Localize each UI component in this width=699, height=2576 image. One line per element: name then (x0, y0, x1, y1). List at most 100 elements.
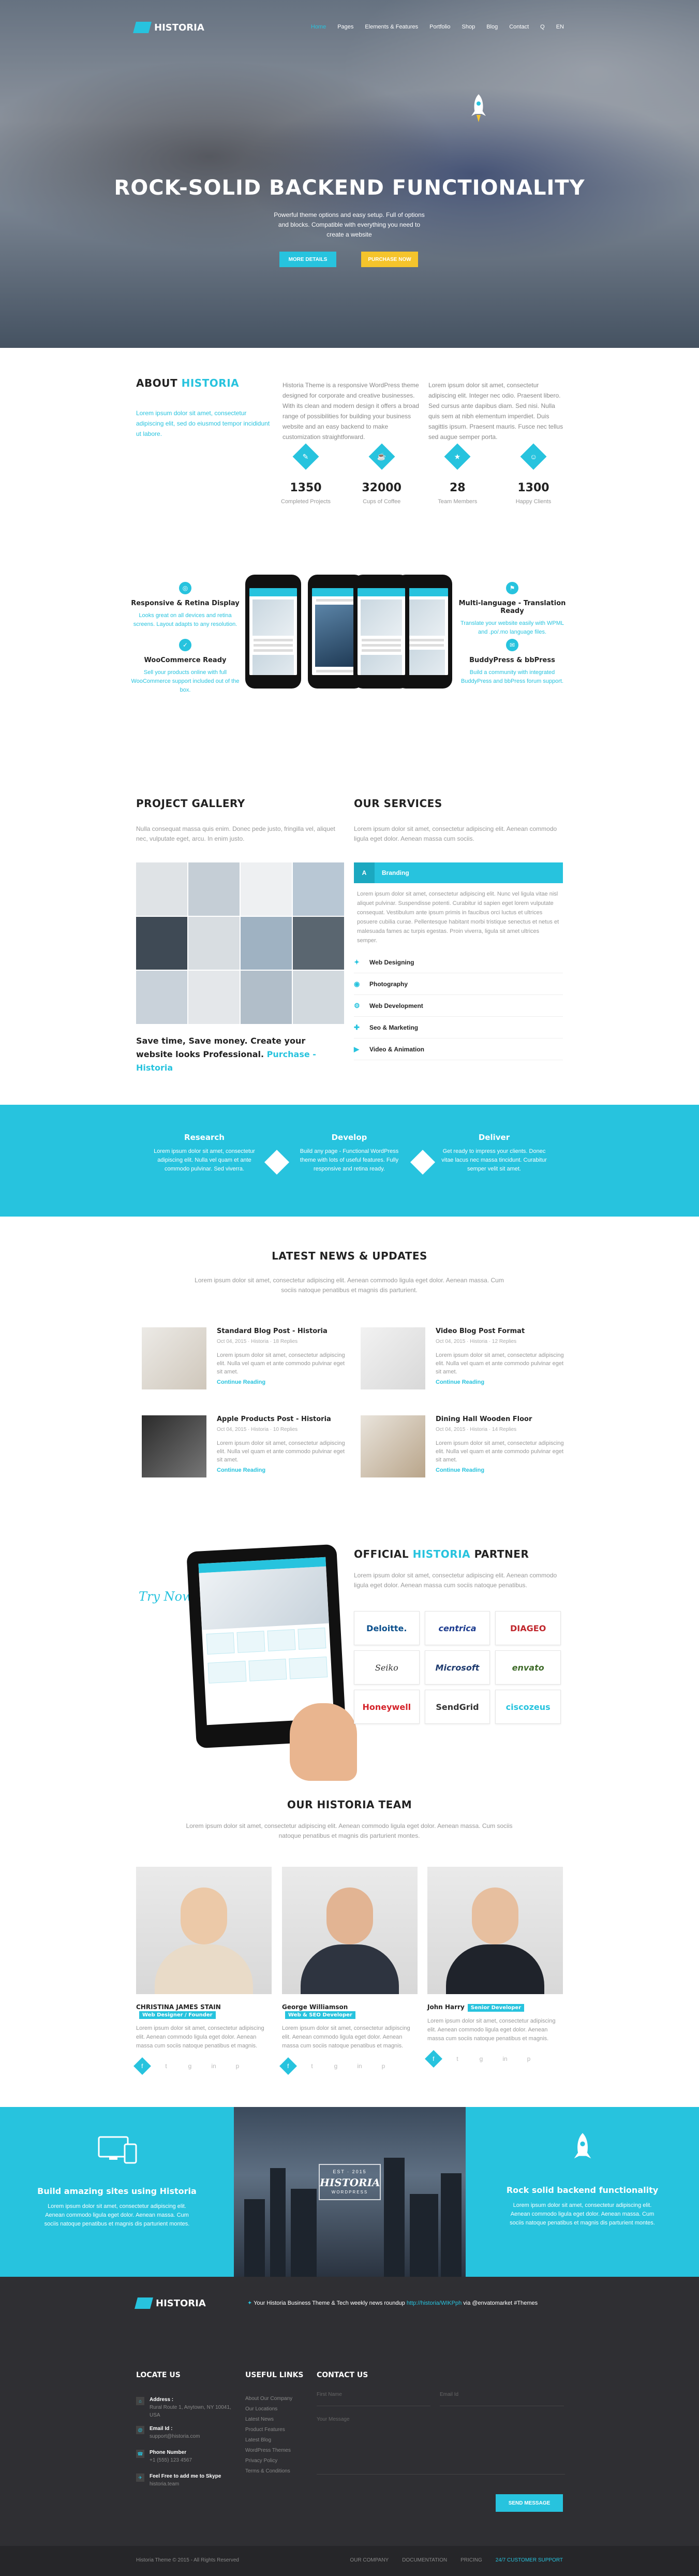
google-plus-icon[interactable]: g (330, 2060, 342, 2072)
menu-item-blog[interactable]: Blog (486, 24, 498, 30)
gallery-image[interactable] (241, 862, 292, 916)
feature-woocommerce: ✓ WooCommerce Ready Sell your products o… (128, 639, 242, 695)
purchase-now-button[interactable]: PURCHASE NOW (361, 252, 418, 267)
footer-logo[interactable]: HISTORIA (135, 2297, 206, 2309)
accordion-item-web-designing[interactable]: ✦ Web Designing (354, 952, 563, 973)
pinterest-icon[interactable]: p (231, 2060, 244, 2072)
twitter-icon[interactable]: t (160, 2060, 172, 2072)
partner-logo-centrica[interactable]: centrica (424, 1611, 490, 1645)
continue-reading-link[interactable]: Continue Reading (217, 1379, 265, 1385)
tweet-link[interactable]: http://historia/WIKPph (407, 2300, 462, 2306)
post-thumbnail[interactable] (361, 1415, 425, 1477)
continue-reading-link[interactable]: Continue Reading (436, 1379, 484, 1385)
partner-logo-diageo[interactable]: DIAGEO (495, 1611, 561, 1645)
partner-logo-ciscozeus[interactable]: ciscozeus (495, 1690, 561, 1724)
news-post: Dining Hall Wooden Floor Oct 04, 2015 · … (361, 1415, 570, 1477)
accordion-item-seo-marketing[interactable]: ✚ Seo & Marketing (354, 1017, 563, 1038)
partner-logo-envato[interactable]: envato (495, 1650, 561, 1685)
post-title[interactable]: Apple Products Post - Historia (217, 1415, 331, 1423)
twitter-icon[interactable]: t (451, 2053, 464, 2065)
gallery-image[interactable] (241, 971, 292, 1024)
search-icon[interactable]: Q (540, 24, 545, 30)
post-thumbnail[interactable] (142, 1415, 206, 1477)
continue-reading-link[interactable]: Continue Reading (436, 1467, 484, 1473)
feature-description: Translate your website easily with WPML … (460, 620, 564, 635)
menu-item-home[interactable]: Home (311, 24, 326, 30)
footer-link-documentation[interactable]: DOCUMENTATION (402, 2557, 447, 2563)
useful-link[interactable]: WordPress Themes (245, 2448, 291, 2453)
partner-logo-sendgrid[interactable]: SendGrid (424, 1690, 490, 1724)
member-bio: Lorem ipsum dolor sit amet, consectetur … (427, 2018, 556, 2042)
brand-logo[interactable]: HISTORIA (133, 22, 204, 33)
useful-link[interactable]: Product Features (245, 2427, 285, 2433)
gallery-image[interactable] (136, 862, 187, 916)
partner-logo-deloitte[interactable]: Deloitte. (354, 1611, 420, 1645)
message-field[interactable]: Your Message (317, 2412, 565, 2475)
gallery-image[interactable] (293, 971, 344, 1024)
email-field[interactable]: Email Id (440, 2385, 564, 2406)
language-switch[interactable]: EN (556, 24, 564, 30)
linkedin-icon[interactable]: in (207, 2060, 220, 2072)
useful-link[interactable]: Terms & Conditions (245, 2468, 290, 2474)
post-title[interactable]: Video Blog Post Format (436, 1327, 525, 1335)
menu-item-pages[interactable]: Pages (337, 24, 353, 30)
footer-link-pricing[interactable]: PRICING (460, 2557, 482, 2563)
google-plus-icon[interactable]: g (184, 2060, 196, 2072)
partner-logo-honeywell[interactable]: Honeywell (354, 1690, 420, 1724)
facebook-icon[interactable]: f (133, 2057, 151, 2075)
twitter-icon[interactable]: t (306, 2060, 318, 2072)
useful-link[interactable]: Latest Blog (245, 2437, 271, 2443)
social-links: f t g in p (279, 2057, 418, 2075)
process-title: Deliver (478, 1133, 510, 1142)
pinterest-icon[interactable]: p (377, 2060, 390, 2072)
more-details-button[interactable]: MORE DETAILS (279, 252, 336, 267)
facebook-icon[interactable]: f (279, 2057, 297, 2075)
gallery-image[interactable] (136, 971, 187, 1024)
post-title[interactable]: Standard Blog Post - Historia (217, 1327, 328, 1335)
partner-logo-seiko[interactable]: Seiko (354, 1650, 420, 1685)
about-title: ABOUT HISTORIA (136, 377, 240, 389)
footer-links: OUR COMPANY DOCUMENTATION PRICING 24/7 C… (350, 2557, 563, 2563)
footer-link-company[interactable]: OUR COMPANY (350, 2557, 389, 2563)
services-accordion: A Branding Lorem ipsum dolor sit amet, c… (354, 862, 563, 1060)
useful-link[interactable]: Privacy Policy (245, 2458, 277, 2464)
gallery-image[interactable] (188, 862, 240, 916)
useful-link[interactable]: Our Locations (245, 2406, 277, 2412)
partner-logo-microsoft[interactable]: Microsoft (424, 1650, 490, 1685)
about-column-1: Historia Theme is a responsive WordPress… (282, 382, 419, 441)
useful-link[interactable]: Latest News (245, 2417, 274, 2422)
news-subtitle: Lorem ipsum dolor sit amet, consectetur … (195, 1277, 504, 1294)
gallery-image[interactable] (241, 916, 292, 970)
accordion-item-web-development[interactable]: ⚙ Web Development (354, 995, 563, 1017)
menu-item-elements[interactable]: Elements & Features (365, 24, 418, 30)
accordion-item-video-animation[interactable]: ▶ Video & Animation (354, 1038, 563, 1060)
linkedin-icon[interactable]: in (353, 2060, 366, 2072)
promo-right-title: Rock solid backend functionality (506, 2185, 659, 2195)
post-thumbnail[interactable] (142, 1327, 206, 1389)
gallery-image[interactable] (188, 916, 240, 970)
continue-reading-link[interactable]: Continue Reading (217, 1467, 265, 1473)
post-title[interactable]: Dining Hall Wooden Floor (436, 1415, 532, 1423)
menu-item-portfolio[interactable]: Portfolio (429, 24, 450, 30)
gallery-image[interactable] (293, 862, 344, 916)
feature-description: Sell your products online with full WooC… (131, 669, 240, 693)
gallery-image[interactable] (188, 971, 240, 1024)
team-member: George WilliamsonWeb & SEO Developer Lor… (279, 1867, 418, 2075)
menu-item-shop[interactable]: Shop (462, 24, 475, 30)
menu-item-contact[interactable]: Contact (509, 24, 529, 30)
name-field[interactable]: First Name (317, 2385, 430, 2406)
gallery-image[interactable] (293, 916, 344, 970)
accordion-item-photography[interactable]: ◉ Photography (354, 973, 563, 995)
google-plus-icon[interactable]: g (475, 2053, 487, 2065)
accordion-item-branding[interactable]: A Branding (354, 862, 563, 883)
team-title: OUR HISTORIA TEAM (287, 1798, 412, 1811)
post-thumbnail[interactable] (361, 1327, 425, 1389)
footer-link-support[interactable]: 24/7 CUSTOMER SUPPORT (496, 2557, 563, 2563)
send-message-button[interactable]: SEND MESSAGE (496, 2494, 563, 2512)
gallery-image[interactable] (136, 916, 187, 970)
linkedin-icon[interactable]: in (499, 2053, 511, 2065)
useful-link[interactable]: About Our Company (245, 2396, 292, 2402)
pinterest-icon[interactable]: p (523, 2053, 535, 2065)
facebook-icon[interactable]: f (425, 2050, 442, 2068)
member-name: George WilliamsonWeb & SEO Developer (282, 2003, 418, 2019)
